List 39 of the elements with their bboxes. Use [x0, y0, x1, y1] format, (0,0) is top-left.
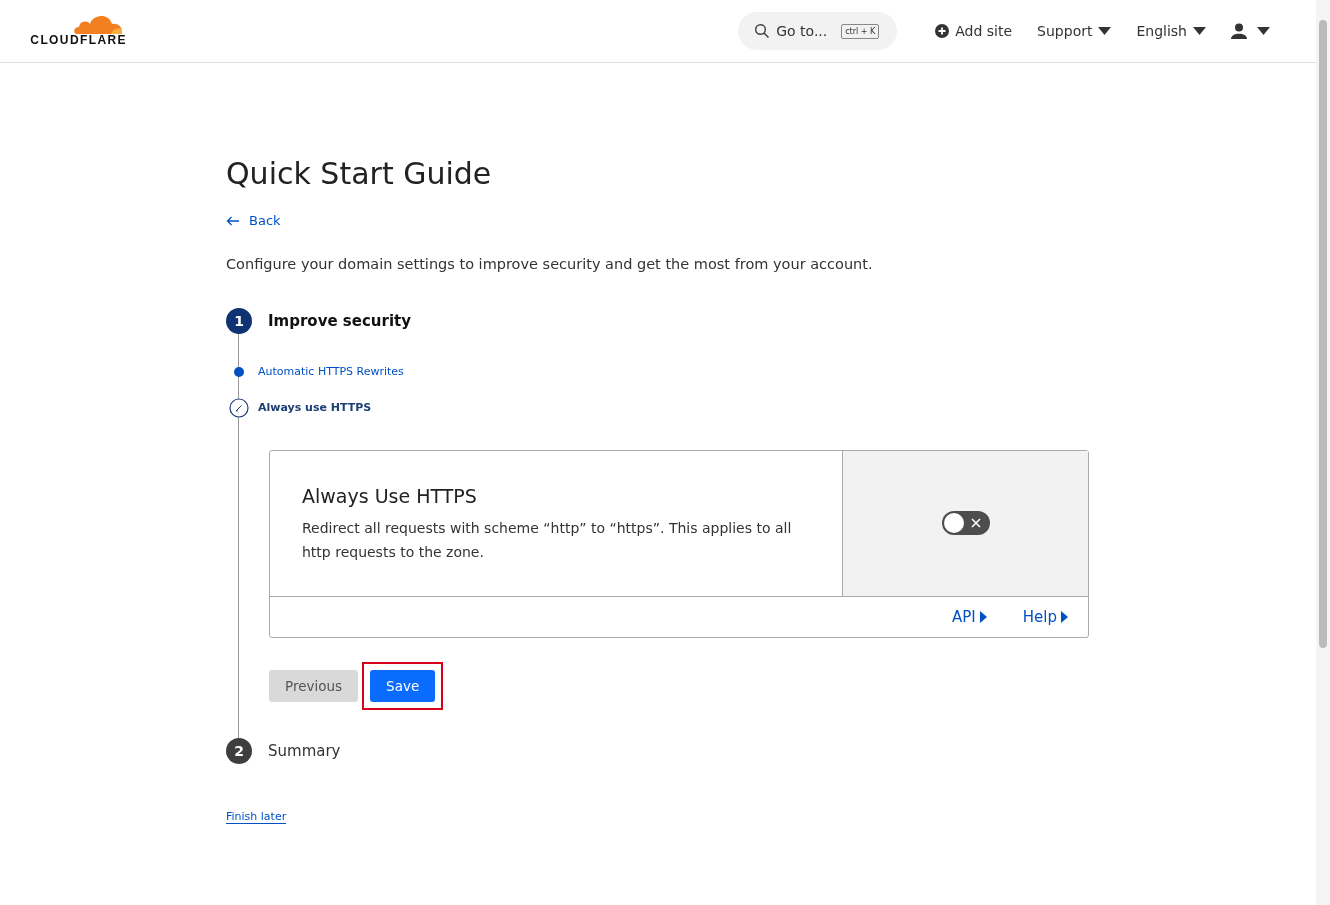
caret-icon: [1257, 27, 1270, 35]
step-number: 2: [226, 737, 252, 764]
menu-dropdown[interactable]: English: [1136, 23, 1206, 39]
finish-later-link[interactable]: Finish later: [226, 809, 287, 824]
substep-link[interactable]: Automatic HTTPS Rewrites: [258, 365, 404, 378]
step-number: 1: [226, 307, 252, 334]
search-field[interactable]: Go to... ctrl + K: [738, 12, 898, 50]
shortcut-hint: ctrl + K: [841, 23, 880, 39]
user-menu-button[interactable]: [1231, 23, 1270, 39]
logo[interactable]: CLOUDFLARE: [17, 11, 127, 47]
previous-button[interactable]: Previous: [269, 669, 359, 702]
caret-right-icon: [979, 610, 987, 623]
caret-icon: [1193, 27, 1206, 35]
setting-title: Always Use HTTPS: [302, 484, 478, 507]
back-link[interactable]: Back: [226, 213, 281, 228]
scrollbar[interactable]: [1316, 0, 1330, 905]
caret-right-icon: [1061, 610, 1068, 623]
plus-circle-icon: [935, 24, 950, 38]
pencil-circle-icon: [229, 397, 249, 418]
caret-icon: [1098, 27, 1112, 35]
save-button[interactable]: Save: [370, 669, 436, 702]
step-dot-icon: [234, 366, 244, 377]
user-icon: [1231, 23, 1247, 39]
toggle-switch[interactable]: [941, 511, 990, 535]
substep-link[interactable]: Always use HTTPS: [258, 401, 372, 414]
doc-link[interactable]: API: [952, 607, 987, 626]
menu-dropdown[interactable]: Support: [1037, 23, 1112, 39]
step-label[interactable]: Summary: [268, 741, 341, 760]
search-placeholder: Go to...: [776, 23, 829, 39]
step-label[interactable]: Improve security: [268, 311, 411, 330]
page-title: Quick Start Guide: [226, 156, 493, 191]
add-site-button[interactable]: Add site: [935, 23, 1013, 39]
x-icon: [970, 518, 981, 528]
search-icon: [754, 23, 771, 39]
left-arrow-icon: [226, 215, 240, 226]
logo-text: CLOUDFLARE: [30, 32, 127, 47]
intro-text: Configure your domain settings to improve security and get the most from your account.: [226, 255, 874, 272]
doc-link[interactable]: Help: [1022, 607, 1068, 626]
setting-description: Redirect all requests with scheme “http” to “https”. This applies to all http requests to the zone.: [302, 518, 793, 562]
